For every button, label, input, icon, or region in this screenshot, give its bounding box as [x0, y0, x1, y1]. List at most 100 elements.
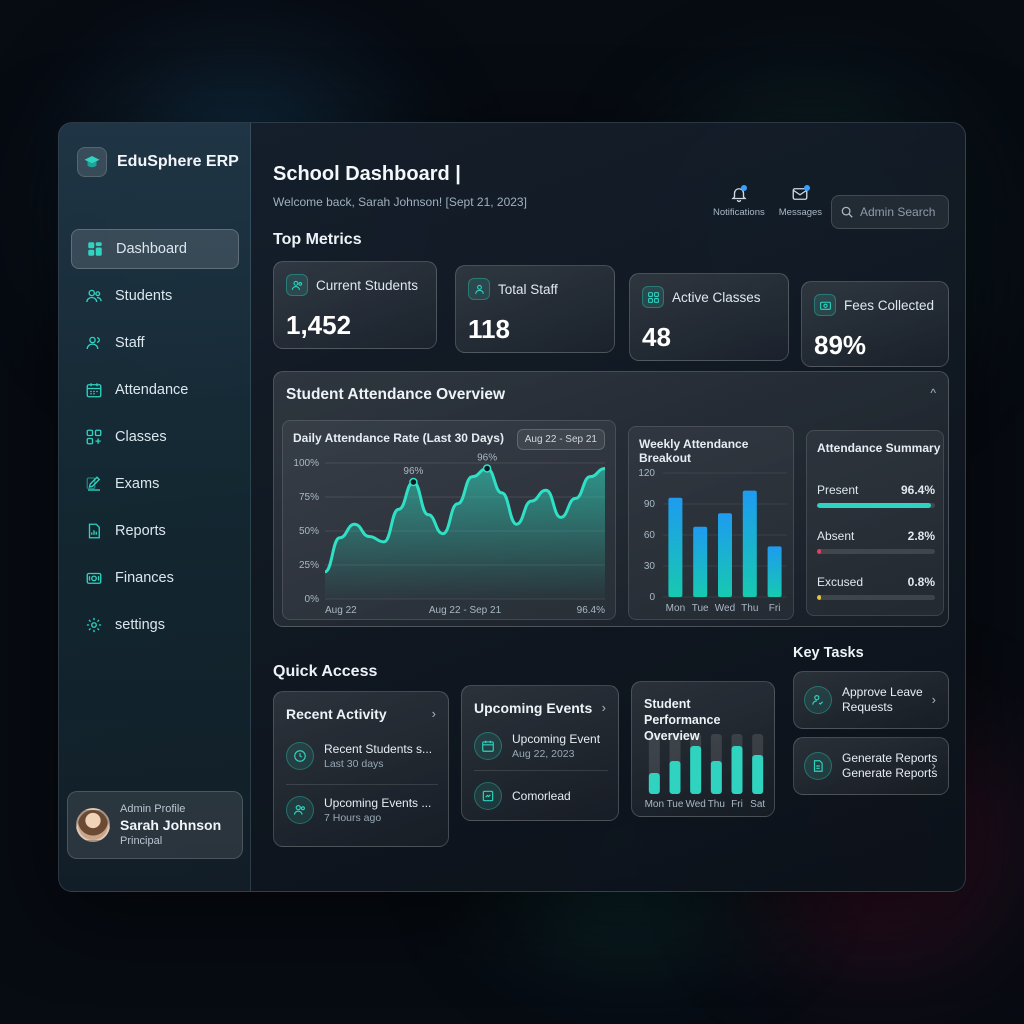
messages-button[interactable]: Messages	[779, 185, 822, 218]
messages-label: Messages	[778, 207, 823, 218]
summary-value: 2.8%	[907, 529, 935, 543]
chevron-right-icon: ›	[931, 758, 936, 773]
main-content: School Dashboard | Welcome back, Sarah J…	[251, 123, 965, 891]
task-line: Requests	[842, 700, 893, 714]
x-tick-label: Aug 22	[325, 605, 357, 616]
edit-icon	[86, 476, 101, 491]
sidebar: EduSphere ERP Dashboard Students Staff A…	[59, 123, 251, 891]
admin-search[interactable]	[831, 195, 949, 229]
graduation-cap-icon	[77, 147, 107, 177]
users-icon	[86, 289, 102, 303]
calendar-icon	[86, 383, 102, 398]
y-tick-label: 0	[649, 592, 655, 603]
list-item[interactable]: Upcoming Event Aug 22, 2023	[474, 732, 600, 760]
bar	[668, 497, 683, 597]
y-tick-label: 25%	[299, 560, 319, 571]
summary-fill	[817, 549, 821, 554]
task-approve-leave[interactable]: Approve Leave Requests ›	[793, 671, 949, 729]
x-tick-label: Sat	[750, 799, 765, 810]
metric-card-active-classes[interactable]: Active Classes 48	[629, 273, 789, 361]
sidebar-item-students[interactable]: Students	[71, 276, 239, 316]
x-tick-label: 96.4%	[577, 605, 605, 616]
gear-icon	[86, 617, 102, 633]
summary-track	[817, 595, 935, 600]
student-performance-card[interactable]: Student Performance Overview MonTueWedTh…	[631, 681, 775, 817]
chevron-right-icon[interactable]: ›	[432, 706, 436, 721]
summary-title: Attendance Summary	[817, 441, 941, 455]
y-tick-label: 50%	[299, 526, 319, 537]
list-item[interactable]: Upcoming Events ... 7 Hours ago	[286, 796, 431, 824]
search-input[interactable]	[860, 205, 940, 219]
x-tick-label: Wed	[685, 799, 705, 810]
collapse-button[interactable]: ^	[930, 386, 936, 400]
performance-chart: Mon Tue Wed Thu Fri Sat	[645, 734, 765, 810]
card-title: Upcoming Events	[474, 700, 593, 716]
welcome-text: Welcome back, Sarah Johnson! [Sept 21, 2…	[273, 195, 527, 209]
data-label: 96%	[403, 466, 423, 477]
summary-value: 0.8%	[907, 575, 935, 589]
classes-icon	[642, 286, 664, 308]
sidebar-item-attendance[interactable]: Attendance	[71, 370, 239, 410]
brand[interactable]: EduSphere ERP	[77, 147, 239, 177]
quick-access-title: Quick Access	[273, 663, 378, 680]
finance-icon	[86, 572, 102, 584]
search-icon	[841, 206, 853, 218]
sidebar-item-exams[interactable]: Exams	[71, 464, 239, 504]
summary-track	[817, 549, 935, 554]
metric-card-fees-collected[interactable]: Fees Collected 89%	[801, 281, 949, 367]
wallet-icon	[814, 294, 836, 316]
metric-card-total-staff[interactable]: Total Staff 118	[455, 265, 615, 353]
item-subtitle: Aug 22, 2023	[512, 748, 575, 760]
sidebar-item-staff[interactable]: Staff	[71, 323, 239, 363]
chevron-right-icon[interactable]: ›	[602, 700, 606, 715]
admin-profile[interactable]: Admin Profile Sarah Johnson Principal	[67, 791, 243, 859]
list-item[interactable]: Recent Students s... Last 30 days	[286, 742, 432, 770]
upcoming-events-card[interactable]: Upcoming Events › Upcoming Event Aug 22, …	[461, 685, 619, 821]
x-tick-label: Tue	[667, 799, 684, 810]
task-line: Generate Reports	[842, 751, 938, 765]
sidebar-nav: Dashboard Students Staff Attendance Clas…	[71, 229, 239, 652]
notifications-label: Notifications	[713, 207, 765, 218]
key-tasks-title: Key Tasks	[793, 645, 864, 661]
metric-value: 1,452	[286, 310, 352, 340]
avatar	[76, 808, 110, 842]
card-title: Recent Activity	[286, 706, 387, 722]
summary-label: Excused	[817, 575, 864, 589]
clock-icon	[286, 742, 314, 770]
calendar-icon	[474, 732, 502, 760]
sidebar-item-finances[interactable]: Finances	[71, 558, 239, 598]
sidebar-item-dashboard[interactable]: Dashboard	[71, 229, 239, 269]
x-tick-label: Fri	[731, 799, 743, 810]
list-item[interactable]: Comorlead	[474, 782, 571, 810]
task-generate-reports[interactable]: Generate Reports Generate Reports ›	[793, 737, 949, 795]
sidebar-item-reports[interactable]: Reports	[71, 511, 239, 551]
item-title: Recent Students s...	[324, 742, 433, 756]
y-tick-label: 0%	[305, 594, 320, 605]
sidebar-item-label: Classes	[115, 429, 167, 445]
metric-label: Fees Collected	[844, 297, 935, 313]
summary-label: Present	[817, 483, 859, 497]
metric-card-current-students[interactable]: Current Students 1,452	[273, 261, 437, 349]
sidebar-item-classes[interactable]: Classes	[71, 417, 239, 457]
report-icon	[88, 523, 100, 539]
x-tick-label: Aug 22 - Sep 21	[429, 605, 502, 616]
x-tick-label: Wed	[715, 603, 735, 614]
daily-attendance-card: Daily Attendance Rate (Last 30 Days) Aug…	[282, 420, 616, 620]
grid-icon	[88, 242, 102, 256]
summary-label: Absent	[817, 529, 855, 543]
recent-activity-card[interactable]: Recent Activity › Recent Students s... La…	[273, 691, 449, 847]
sidebar-item-settings[interactable]: settings	[71, 605, 239, 645]
attendance-summary-card: Attendance Summary Present 96.4% Absent 2.…	[806, 430, 944, 616]
sidebar-item-label: Students	[115, 288, 173, 304]
y-tick-label: 90	[644, 499, 656, 510]
metric-label: Total Staff	[498, 281, 558, 297]
y-tick-label: 60	[644, 530, 656, 541]
y-tick-label: 100%	[293, 458, 319, 469]
notification-dot	[740, 185, 747, 191]
x-tick-label: Mon	[645, 799, 664, 810]
app-window: EduSphere ERP Dashboard Students Staff A…	[58, 122, 966, 892]
divider	[474, 770, 608, 771]
attendance-overview-panel: Student Attendance Overview ^ Daily Atte…	[273, 371, 949, 627]
notifications-button[interactable]: Notifications	[713, 185, 765, 218]
bar	[648, 773, 660, 794]
